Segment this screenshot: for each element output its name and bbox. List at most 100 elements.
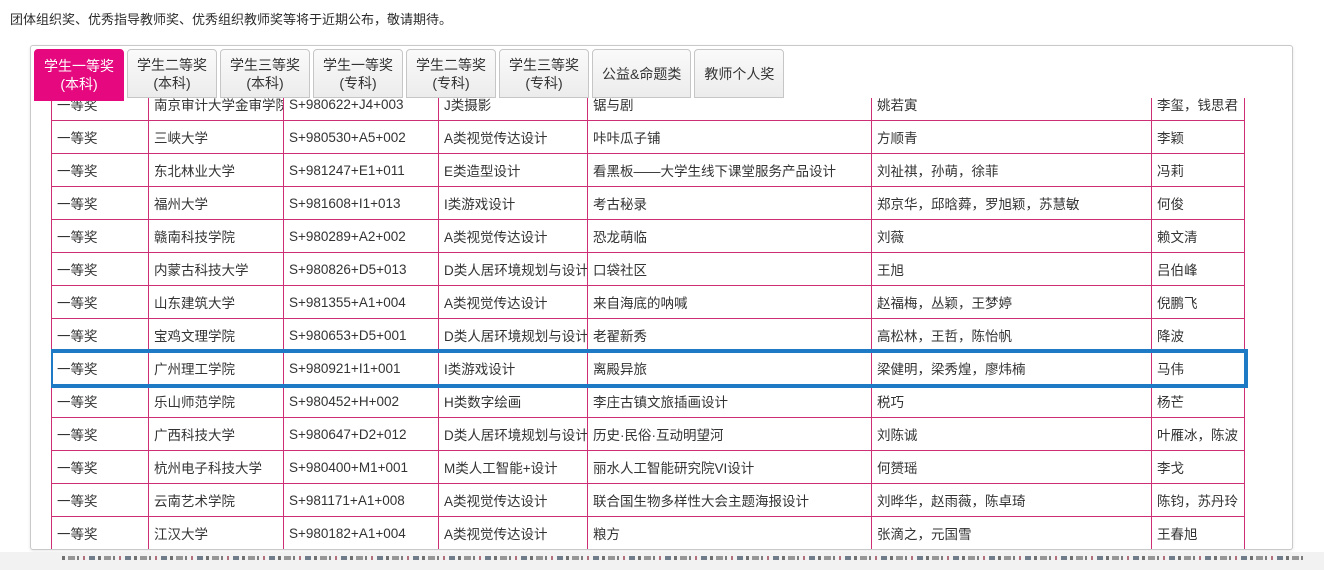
cell-award: 一等奖 — [52, 220, 149, 253]
cell-students: 王旭 — [872, 253, 1152, 286]
cell-award: 一等奖 — [52, 154, 149, 187]
tab-teacher-individual[interactable]: 教师个人奖 — [694, 49, 784, 98]
cell-school: 福州大学 — [149, 187, 284, 220]
cell-work: 恐龙萌临 — [588, 220, 872, 253]
cell-students: 税巧 — [872, 385, 1152, 418]
cell-school: 内蒙古科技大学 — [149, 253, 284, 286]
cell-category: D类人居环境规划与设计 — [439, 253, 588, 286]
cell-award: 一等奖 — [52, 286, 149, 319]
cell-category: A类视觉传达设计 — [439, 220, 588, 253]
tab-student-second-prize-benke[interactable]: 学生二等奖(本科) — [127, 49, 217, 98]
cell-teachers: 杨芒 — [1152, 385, 1245, 418]
tab-student-third-prize-zhuanke[interactable]: 学生三等奖(专科) — [499, 49, 589, 98]
cell-work: 老翟新秀 — [588, 319, 872, 352]
cell-category: I类游戏设计 — [439, 187, 588, 220]
cell-school: 云南艺术学院 — [149, 484, 284, 517]
cell-teachers: 叶雁冰，陈波 — [1152, 418, 1245, 451]
cell-school: 东北林业大学 — [149, 154, 284, 187]
cell-school: 广西科技大学 — [149, 418, 284, 451]
cell-students: 郑京华，邱晗蕣，罗旭颖，苏慧敏 — [872, 187, 1152, 220]
tab-label-line2: (本科) — [137, 74, 207, 92]
cell-award: 一等奖 — [52, 187, 149, 220]
cell-award: 一等奖 — [52, 484, 149, 517]
cell-code: S+980530+A5+002 — [284, 121, 439, 154]
cell-code: S+980647+D2+012 — [284, 418, 439, 451]
award-row: 一等奖山东建筑大学S+981355+A1+004A类视觉传达设计来自海底的呐喊赵… — [52, 286, 1245, 319]
cell-code: S+980400+M1+001 — [284, 451, 439, 484]
cell-teachers: 倪鹏飞 — [1152, 286, 1245, 319]
cell-work: 联合国生物多样性大会主题海报设计 — [588, 484, 872, 517]
cell-code: S+980289+A2+002 — [284, 220, 439, 253]
award-row: 一等奖乐山师范学院S+980452+H+002H类数字绘画李庄古镇文旅插画设计税… — [52, 385, 1245, 418]
tab-label-line2: (本科) — [230, 74, 300, 92]
cell-category: J类摄影 — [439, 98, 588, 121]
cell-students: 赵福梅，丛颖，王梦婷 — [872, 286, 1152, 319]
cell-category: M类人工智能+设计 — [439, 451, 588, 484]
cell-work: 考古秘录 — [588, 187, 872, 220]
cell-award: 一等奖 — [52, 385, 149, 418]
tab-label-line2: (专科) — [323, 74, 393, 92]
cell-students: 方顺青 — [872, 121, 1152, 154]
tab-label-line1: 学生一等奖 — [44, 57, 114, 75]
cell-teachers: 吕伯峰 — [1152, 253, 1245, 286]
cell-teachers: 李颖 — [1152, 121, 1245, 154]
cell-school: 赣南科技学院 — [149, 220, 284, 253]
cell-students: 刘薇 — [872, 220, 1152, 253]
cell-work: 咔咔瓜子铺 — [588, 121, 872, 154]
award-row: 一等奖内蒙古科技大学S+980826+D5+013D类人居环境规划与设计口袋社区… — [52, 253, 1245, 286]
cell-code: S+981355+A1+004 — [284, 286, 439, 319]
tab-label-line1: 教师个人奖 — [704, 65, 774, 83]
awards-panel: 学生一等奖(本科)学生二等奖(本科)学生三等奖(本科)学生一等奖(专科)学生二等… — [30, 45, 1293, 550]
cell-award: 一等奖 — [52, 121, 149, 154]
award-row: 一等奖广西科技大学S+980647+D2+012D类人居环境规划与设计历史·民俗… — [52, 418, 1245, 451]
cell-teachers: 马伟 — [1152, 352, 1245, 385]
cell-category: A类视觉传达设计 — [439, 121, 588, 154]
cell-teachers: 冯莉 — [1152, 154, 1245, 187]
cell-award: 一等奖 — [52, 352, 149, 385]
cell-school: 山东建筑大学 — [149, 286, 284, 319]
tab-student-second-prize-zhuanke[interactable]: 学生二等奖(专科) — [406, 49, 496, 98]
cell-award: 一等奖 — [52, 517, 149, 550]
cell-code: S+981171+A1+008 — [284, 484, 439, 517]
cell-students: 刘晔华，赵雨薇，陈卓琦 — [872, 484, 1152, 517]
tab-student-third-prize-benke[interactable]: 学生三等奖(本科) — [220, 49, 310, 98]
cell-students: 何赟瑶 — [872, 451, 1152, 484]
cell-students: 刘祉祺，孙萌，徐菲 — [872, 154, 1152, 187]
cell-award: 一等奖 — [52, 319, 149, 352]
cell-teachers: 王春旭 — [1152, 517, 1245, 550]
cell-category: H类数字绘画 — [439, 385, 588, 418]
awards-table-viewport[interactable]: 一等奖南京审计大学金审学院S+980622+J4+003J类摄影锯与剧姚若寅李玺… — [51, 98, 1249, 550]
cell-code: S+980826+D5+013 — [284, 253, 439, 286]
tab-label-line1: 公益&命题类 — [602, 65, 681, 83]
cell-award: 一等奖 — [52, 451, 149, 484]
awards-table-body: 一等奖南京审计大学金审学院S+980622+J4+003J类摄影锯与剧姚若寅李玺… — [52, 98, 1245, 550]
tab-student-first-prize-zhuanke[interactable]: 学生一等奖(专科) — [313, 49, 403, 98]
award-row: 一等奖广州理工学院S+980921+I1+001I类游戏设计离殿异旅梁健明，梁秀… — [52, 352, 1245, 385]
cell-teachers: 李戈 — [1152, 451, 1245, 484]
tab-bar: 学生一等奖(本科)学生二等奖(本科)学生三等奖(本科)学生一等奖(专科)学生二等… — [34, 49, 787, 99]
tab-public-welfare[interactable]: 公益&命题类 — [592, 49, 691, 98]
cell-work: 历史·民俗·互动明望河 — [588, 418, 872, 451]
cell-code: S+981247+E1+011 — [284, 154, 439, 187]
cell-work: 离殿异旅 — [588, 352, 872, 385]
cell-work: 丽水人工智能研究院VI设计 — [588, 451, 872, 484]
announcement-text: 团体组织奖、优秀指导教师奖、优秀组织教师奖等将于近期公布，敬请期待。 — [10, 9, 452, 28]
cell-students: 刘陈诚 — [872, 418, 1152, 451]
cell-students: 梁健明，梁秀煌，廖炜楠 — [872, 352, 1152, 385]
cell-school: 江汉大学 — [149, 517, 284, 550]
cell-students: 高松林，王哲，陈怡帆 — [872, 319, 1152, 352]
cell-category: E类造型设计 — [439, 154, 588, 187]
cell-teachers: 陈钧，苏丹玲 — [1152, 484, 1245, 517]
cell-work: 粮方 — [588, 517, 872, 550]
tab-label-line1: 学生二等奖 — [137, 56, 207, 74]
tab-student-first-prize-benke[interactable]: 学生一等奖(本科) — [34, 49, 124, 101]
tab-label-line1: 学生一等奖 — [323, 56, 393, 74]
tab-label-line1: 学生三等奖 — [230, 56, 300, 74]
tab-label-line2: (专科) — [416, 74, 486, 92]
cell-work: 来自海底的呐喊 — [588, 286, 872, 319]
cell-category: D类人居环境规划与设计 — [439, 319, 588, 352]
page-footer-area — [0, 552, 1324, 570]
award-row: 一等奖三峡大学S+980530+A5+002A类视觉传达设计咔咔瓜子铺方顺青李颖 — [52, 121, 1245, 154]
cell-school: 广州理工学院 — [149, 352, 284, 385]
cell-code: S+980622+J4+003 — [284, 98, 439, 121]
